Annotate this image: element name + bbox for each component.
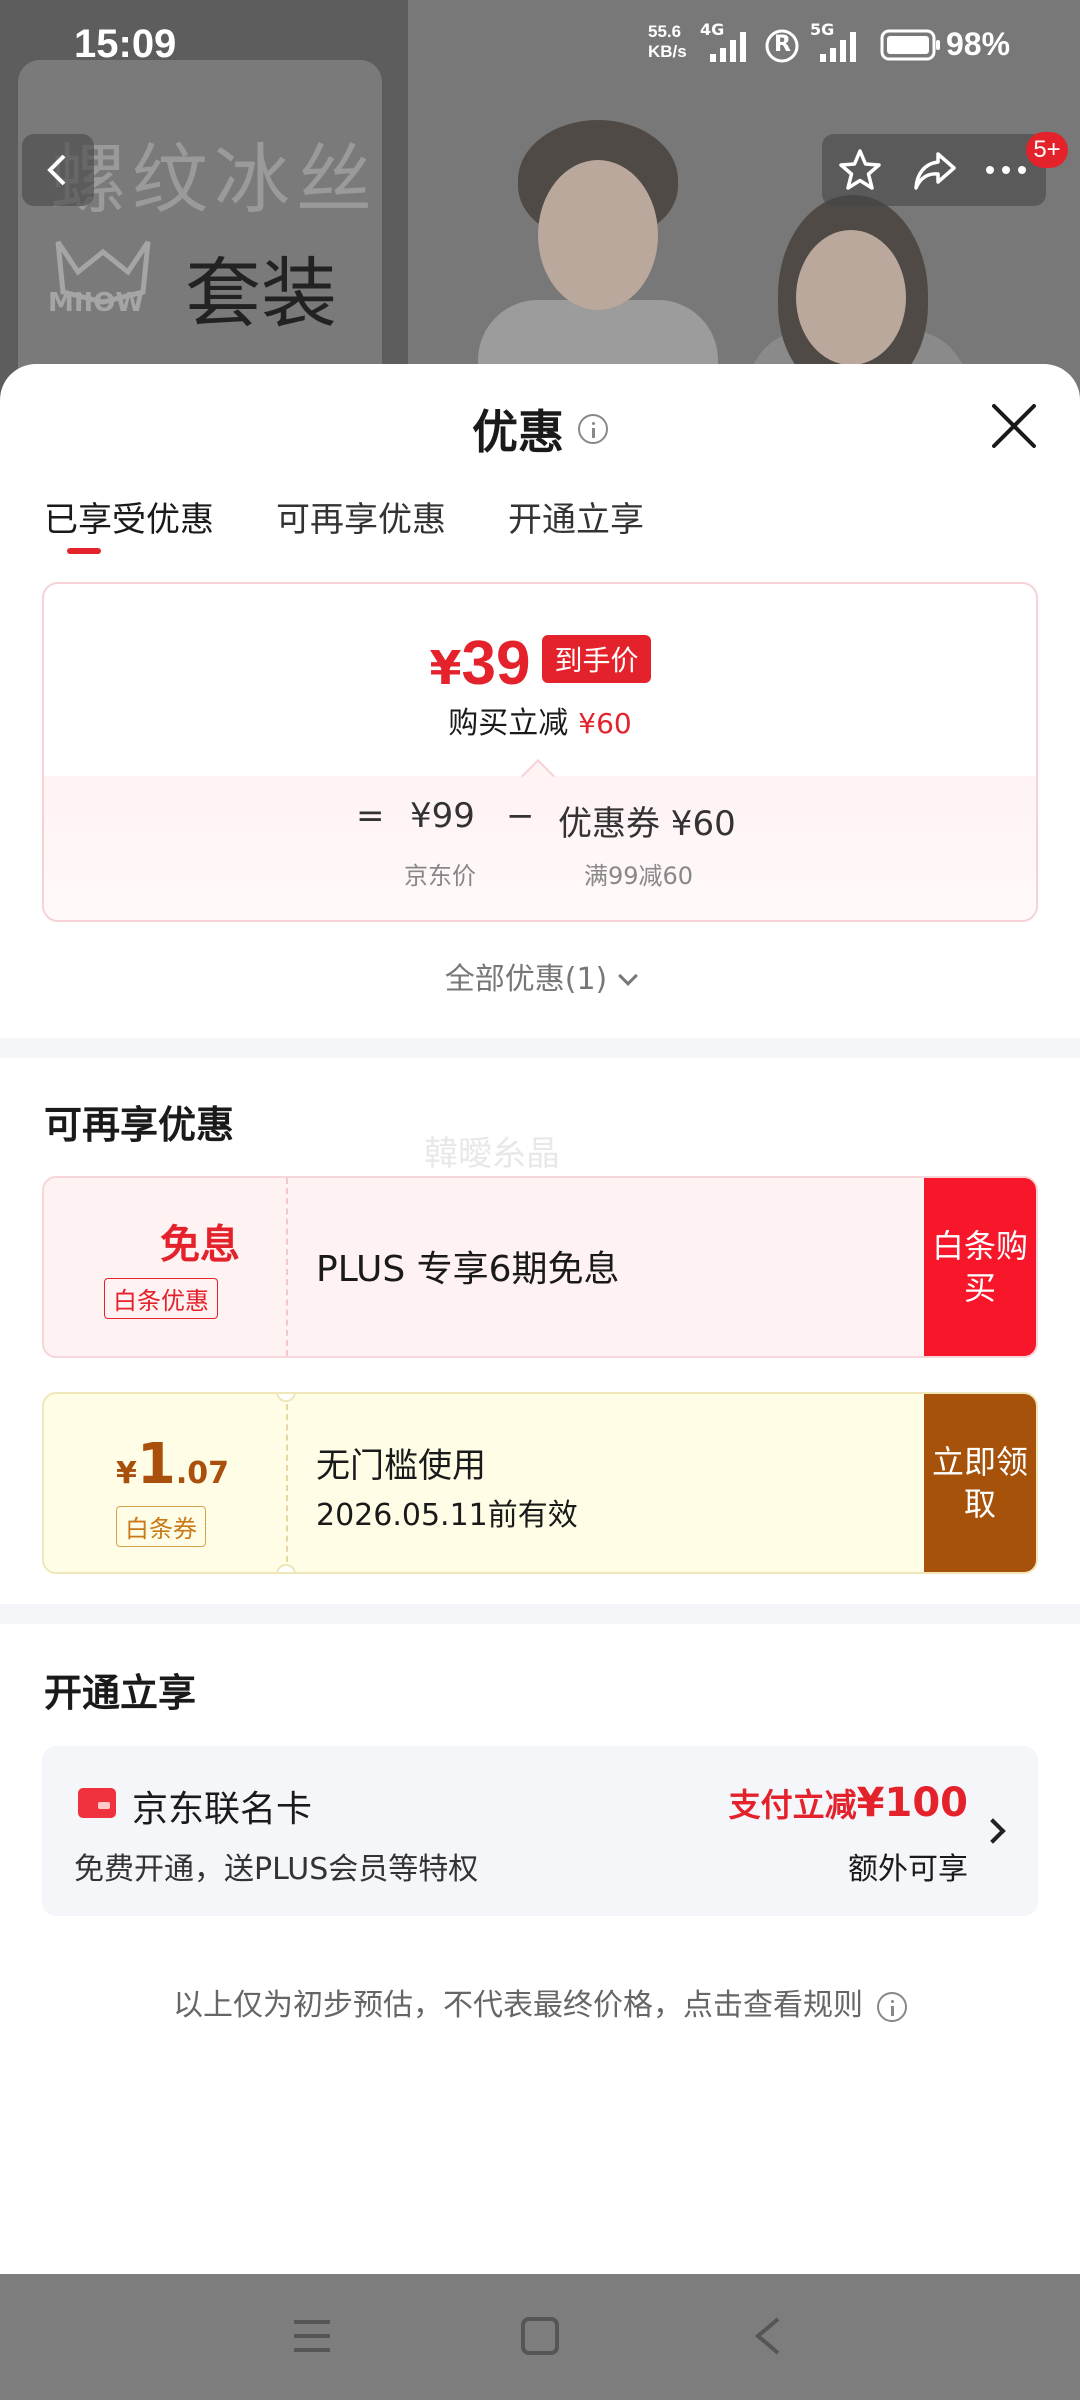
- signal-4g-icon: [710, 32, 746, 62]
- chevron-down-icon: [618, 966, 639, 986]
- system-nav-bar: [0, 2274, 1080, 2400]
- rules-footnote[interactable]: 以上仅为初步预估，不代表最终价格，点击查看规则: [0, 1980, 1080, 2024]
- info-icon: [877, 1991, 907, 2022]
- cobrand-card-offer[interactable]: 京东联名卡 免费开通，送PLUS会员等特权 支付立减¥100 额外可享: [42, 1746, 1038, 1916]
- message-badge: 5+: [1026, 132, 1068, 168]
- claim-coupon-button[interactable]: 立即领取: [924, 1394, 1036, 1572]
- card-name: 京东联名卡: [132, 1789, 313, 1830]
- back-chevron-icon: [754, 2317, 780, 2355]
- recent-apps-button[interactable]: [288, 2312, 336, 2360]
- network-speed: 55.6 KB/s: [648, 22, 687, 61]
- share-icon: [914, 152, 956, 190]
- back-button[interactable]: [22, 134, 94, 206]
- coupon-caption: 满99减60: [584, 862, 694, 890]
- instant-reduce: 购买立减 ¥60: [448, 706, 632, 741]
- card-promo: 支付立减¥100: [728, 1780, 968, 1826]
- price-breakdown-card: ¥39 到手价 购买立减 ¥60 = ¥99 − 优惠券 ¥60 京东价 满99减6…: [42, 582, 1038, 922]
- baitiao-buy-button[interactable]: 白条购买: [924, 1178, 1036, 1356]
- final-price: ¥39 到手价: [44, 628, 1036, 699]
- share-button[interactable]: [910, 146, 958, 194]
- section-divider: [0, 1604, 1080, 1624]
- credit-card-icon: [78, 1788, 116, 1818]
- square-home-icon: [521, 2317, 559, 2355]
- top-actions: [822, 134, 1046, 206]
- close-icon[interactable]: [988, 400, 1040, 452]
- menu-icon: [294, 2320, 330, 2352]
- section-divider: [0, 1038, 1080, 1058]
- registered-mark: R: [774, 32, 791, 57]
- final-price-tag: 到手价: [542, 635, 651, 683]
- card-description: 免费开通，送PLUS会员等特权: [74, 1852, 479, 1887]
- more-dots-icon: [986, 166, 1026, 174]
- base-price: ¥99: [410, 796, 475, 836]
- coupon-interest-free: 免息 白条优惠 PLUS 专享6期免息 白条购买: [42, 1176, 1038, 1358]
- coupon-value: 优惠券 ¥60: [558, 804, 736, 844]
- tab-more-available[interactable]: 可再享优惠: [276, 492, 446, 541]
- status-time: 15:09: [74, 22, 177, 66]
- suit-label: 套装: [185, 249, 337, 338]
- product-title: 螺纹冰丝: [50, 135, 378, 224]
- card-promo-extra: 额外可享: [848, 1852, 968, 1887]
- coupon-description: 无门槛使用: [316, 1446, 486, 1486]
- coupon-main-label: 免息: [160, 1222, 240, 1268]
- all-discounts-toggle[interactable]: 全部优惠(1): [0, 954, 1080, 998]
- coupon-sub-label: 白条优惠: [104, 1278, 218, 1319]
- coupon-baitiao: ¥1.07 白条券 无门槛使用 2026.05.11前有效 立即领取: [42, 1392, 1038, 1574]
- home-button[interactable]: [516, 2312, 564, 2360]
- coupon-description: PLUS 专享6期免息: [316, 1249, 620, 1290]
- star-icon: [839, 149, 881, 190]
- status-bar: 15:09 55.6 KB/s 4G R 5G 98%: [0, 0, 1080, 90]
- system-back-button[interactable]: [744, 2312, 792, 2360]
- more-button[interactable]: [982, 146, 1030, 194]
- brand-name: MIIOW: [48, 288, 145, 318]
- coupon-expiry: 2026.05.11前有效: [316, 1498, 578, 1533]
- coupon-sub-label: 白条券: [116, 1506, 206, 1547]
- coupon-amount: ¥1.07: [116, 1432, 229, 1497]
- active-tab-indicator: [67, 548, 101, 554]
- info-icon[interactable]: [578, 414, 608, 444]
- tab-enjoyed[interactable]: 已享受优惠: [44, 492, 214, 541]
- favorite-button[interactable]: [836, 146, 884, 194]
- battery-percent: 98%: [946, 26, 1011, 62]
- discount-sheet: 优惠 已享受优惠 可再享优惠 开通立享 ¥39 到手价 购买立减 ¥60 = ¥99…: [0, 364, 1080, 2274]
- chevron-right-icon: [980, 1818, 1006, 1844]
- battery-icon: [880, 29, 940, 61]
- chevron-left-icon: [47, 154, 66, 186]
- base-price-caption: 京东价: [404, 862, 476, 890]
- section-title-open: 开通立享: [44, 1671, 197, 1715]
- sheet-title: 优惠: [0, 396, 1080, 462]
- section-title-more: 可再享优惠: [44, 1103, 235, 1147]
- watermark-text: 韓曖糸晶: [424, 1134, 560, 1174]
- signal-5g-icon: [820, 32, 856, 62]
- tab-open-enjoy[interactable]: 开通立享: [508, 492, 644, 541]
